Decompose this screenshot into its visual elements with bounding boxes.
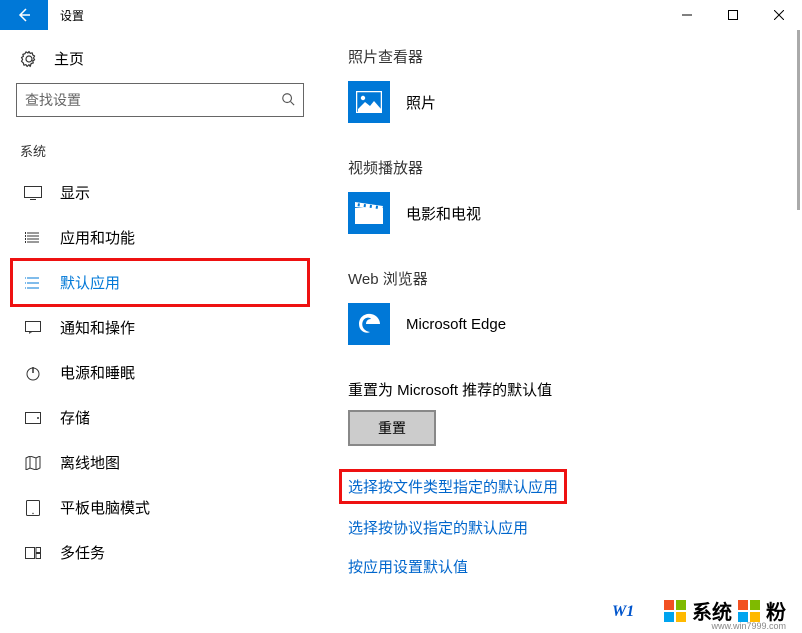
multitask-icon <box>24 547 42 559</box>
search-input[interactable] <box>25 92 281 108</box>
sidebar-item-default-apps[interactable]: 默认应用 <box>12 260 308 305</box>
display-icon <box>24 186 42 200</box>
default-apps-icon <box>24 275 42 291</box>
watermark-url: www.win7999.com <box>711 621 786 631</box>
sidebar-item-label: 应用和功能 <box>60 227 135 248</box>
notifications-icon <box>24 321 42 335</box>
sidebar-item-storage[interactable]: 存储 <box>12 395 308 440</box>
scroll-thumb[interactable] <box>797 30 800 210</box>
group-header-browser: Web 浏览器 <box>348 268 774 289</box>
ms-logo-icon <box>738 600 760 622</box>
reset-button[interactable]: 重置 <box>348 410 436 446</box>
watermark-text-small: W1 <box>612 603 634 621</box>
search-icon <box>281 92 295 109</box>
app-name: 照片 <box>406 92 436 113</box>
movies-icon <box>348 192 390 234</box>
sidebar-item-maps[interactable]: 离线地图 <box>12 440 308 485</box>
back-button[interactable] <box>0 0 48 30</box>
app-tile-browser[interactable]: Microsoft Edge <box>348 303 774 345</box>
power-icon <box>24 365 42 381</box>
home-link[interactable]: 主页 <box>12 42 308 83</box>
sidebar-item-label: 显示 <box>60 182 90 203</box>
sidebar-item-label: 存储 <box>60 407 90 428</box>
sidebar-item-display[interactable]: 显示 <box>12 170 308 215</box>
titlebar: 设置 <box>0 0 802 30</box>
ms-logo-icon <box>664 600 686 622</box>
gear-icon <box>20 50 38 68</box>
link-by-filetype[interactable]: 选择按文件类型指定的默认应用 <box>344 474 562 499</box>
link-by-app[interactable]: 按应用设置默认值 <box>348 556 774 577</box>
sidebar-item-power[interactable]: 电源和睡眠 <box>12 350 308 395</box>
app-name: Microsoft Edge <box>406 316 506 333</box>
sidebar-item-label: 离线地图 <box>60 452 120 473</box>
sidebar-item-label: 平板电脑模式 <box>60 497 150 518</box>
group-header-video: 视频播放器 <box>348 157 774 178</box>
sidebar-item-multitask[interactable]: 多任务 <box>12 530 308 575</box>
search-box[interactable] <box>16 83 304 117</box>
reset-section: 重置为 Microsoft 推荐的默认值 重置 <box>348 379 774 474</box>
window-title: 设置 <box>48 0 664 30</box>
storage-icon <box>24 412 42 424</box>
arrow-left-icon <box>16 7 32 23</box>
edge-icon <box>348 303 390 345</box>
home-label: 主页 <box>54 48 84 69</box>
sidebar-item-apps[interactable]: 应用和功能 <box>12 215 308 260</box>
sidebar-item-notifications[interactable]: 通知和操作 <box>12 305 308 350</box>
window-controls <box>664 0 802 30</box>
group-header-photos: 照片查看器 <box>348 46 774 67</box>
main-panel: 照片查看器 照片 视频播放器 电影和电视 Web 浏览器 Microsoft E… <box>320 30 802 633</box>
section-label: 系统 <box>12 137 308 170</box>
app-tile-video[interactable]: 电影和电视 <box>348 192 774 234</box>
sidebar: 主页 系统 显示 应用和功能 默认应用 通知和操作 电源和睡眠 <box>0 30 320 633</box>
close-button[interactable] <box>756 0 802 30</box>
maps-icon <box>24 456 42 470</box>
sidebar-item-label: 电源和睡眠 <box>60 362 135 383</box>
app-name: 电影和电视 <box>406 203 481 224</box>
app-tile-photos[interactable]: 照片 <box>348 81 774 123</box>
sidebar-item-label: 通知和操作 <box>60 317 135 338</box>
scrollbar[interactable] <box>788 30 802 633</box>
apps-icon <box>24 230 42 246</box>
sidebar-item-tablet[interactable]: 平板电脑模式 <box>12 485 308 530</box>
minimize-button[interactable] <box>664 0 710 30</box>
reset-label: 重置为 Microsoft 推荐的默认值 <box>348 379 774 400</box>
sidebar-item-label: 多任务 <box>60 542 105 563</box>
photos-icon <box>348 81 390 123</box>
sidebar-item-label: 默认应用 <box>60 272 120 293</box>
maximize-button[interactable] <box>710 0 756 30</box>
link-by-protocol[interactable]: 选择按协议指定的默认应用 <box>348 517 774 538</box>
tablet-icon <box>24 500 42 516</box>
